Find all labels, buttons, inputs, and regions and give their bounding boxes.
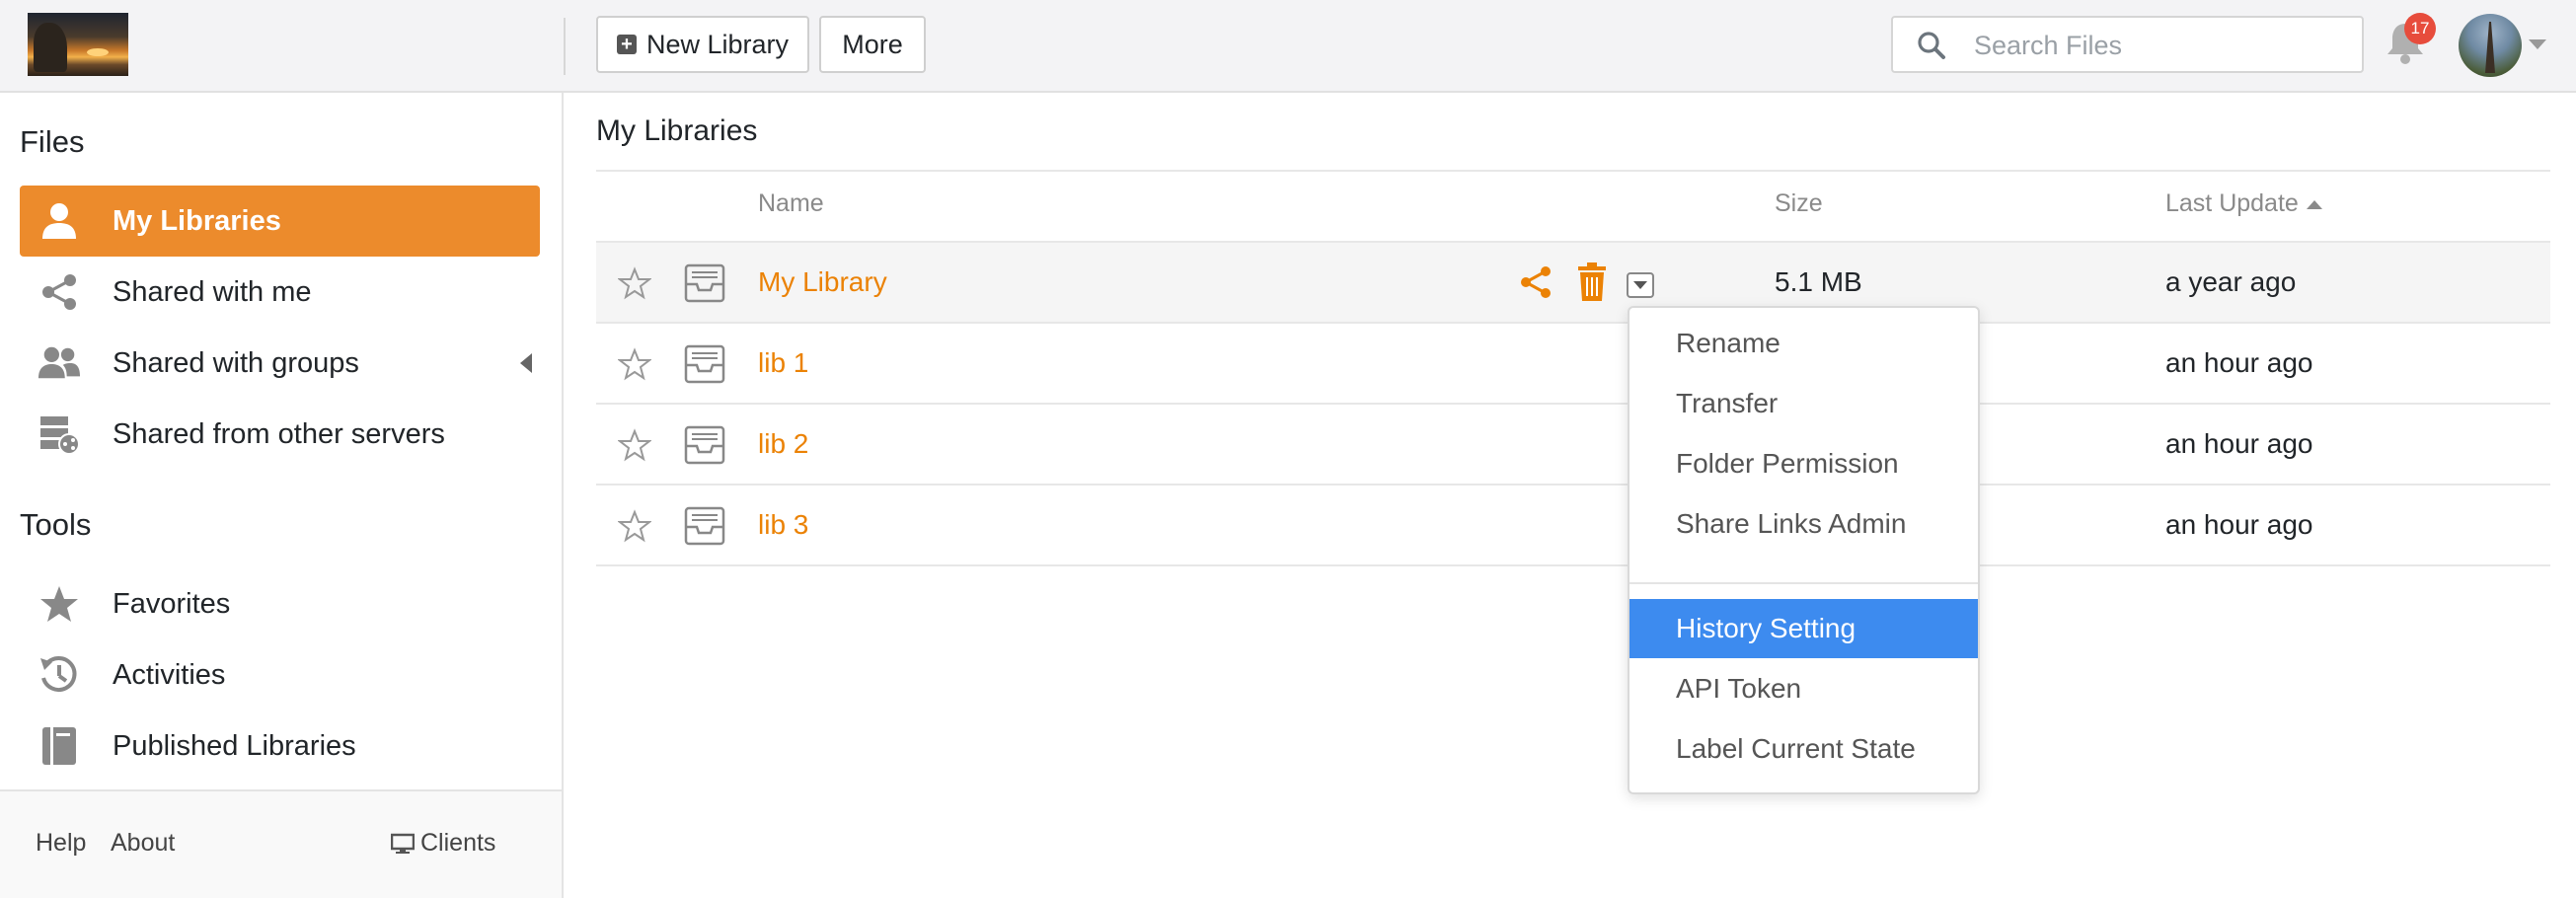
top-header: + New Library More 17 [0, 0, 2576, 93]
title-divider [596, 170, 2550, 172]
site-logo[interactable] [28, 13, 128, 76]
share-icon[interactable] [1518, 264, 1553, 300]
trash-icon[interactable] [1577, 262, 1607, 302]
sidebar-item-label: Published Libraries [113, 729, 356, 762]
user-icon [38, 199, 81, 243]
sidebar-item-label: Shared with me [113, 275, 312, 308]
column-header-size[interactable]: Size [1775, 189, 1823, 218]
sidebar-item-label: My Libraries [113, 204, 281, 237]
monitor-icon [391, 833, 415, 854]
library-name-link[interactable]: lib 1 [758, 347, 808, 379]
new-library-label: New Library [645, 29, 790, 59]
more-label: More [842, 29, 903, 59]
collapse-arrow-icon[interactable] [520, 353, 532, 373]
library-icon [684, 425, 725, 465]
sidebar: Files My Libraries Shared with me Shared… [0, 93, 564, 898]
library-name-link[interactable]: lib 2 [758, 428, 808, 460]
table-row[interactable]: My Library 5.1 MB a year ago [596, 243, 2550, 324]
table-row[interactable]: lib 2 an hour ago [596, 405, 2550, 486]
menu-item-transfer[interactable]: Transfer [1629, 374, 1978, 433]
star-outline-icon[interactable] [618, 266, 651, 300]
sidebar-item-shared-from-other-servers[interactable]: Shared from other servers [20, 399, 540, 470]
sidebar-item-label: Shared with groups [113, 346, 359, 379]
column-header-name[interactable]: Name [758, 189, 824, 218]
star-outline-icon[interactable] [618, 428, 651, 462]
star-icon [38, 582, 81, 626]
group-icon [38, 341, 81, 385]
help-link[interactable]: Help [36, 829, 86, 858]
sidebar-item-shared-with-groups[interactable]: Shared with groups [20, 328, 540, 399]
sidebar-item-published-libraries[interactable]: Published Libraries [20, 711, 540, 782]
menu-item-api-token[interactable]: API Token [1629, 659, 1978, 718]
sidebar-item-shared-with-me[interactable]: Shared with me [20, 257, 540, 328]
star-outline-icon[interactable] [618, 347, 651, 381]
chevron-down-icon[interactable] [2529, 39, 2546, 49]
more-operations-toggle[interactable] [1627, 272, 1654, 298]
table-row[interactable]: lib 3 an hour ago [596, 486, 2550, 566]
column-header-last-update[interactable]: Last Update [2165, 189, 2322, 218]
library-name-link[interactable]: My Library [758, 266, 887, 298]
sidebar-footer: Help About Clients [0, 789, 562, 898]
menu-divider [1629, 582, 1978, 584]
menu-item-share-links-admin[interactable]: Share Links Admin [1629, 494, 1978, 554]
library-last-update: an hour ago [2165, 509, 2313, 540]
avatar-tower [2485, 22, 2495, 73]
logo-sun [87, 48, 109, 56]
table-row[interactable]: lib 1 an hour ago [596, 324, 2550, 405]
sidebar-item-label: Favorites [113, 587, 231, 620]
library-last-update: an hour ago [2165, 428, 2313, 459]
menu-item-label-current-state[interactable]: Label Current State [1629, 719, 1978, 779]
logo-rock [34, 23, 67, 72]
library-icon [684, 344, 725, 384]
sidebar-item-favorites[interactable]: Favorites [20, 568, 540, 639]
book-icon [38, 724, 81, 768]
search-input[interactable] [1972, 18, 2351, 73]
sort-up-icon [2306, 199, 2322, 209]
menu-item-folder-permission[interactable]: Folder Permission [1629, 434, 1978, 493]
more-button[interactable]: More [819, 16, 926, 73]
star-outline-icon[interactable] [618, 509, 651, 543]
search-icon [1918, 32, 1945, 59]
clients-link[interactable]: Clients [391, 829, 495, 858]
server-share-icon [38, 412, 81, 456]
share-icon [38, 270, 81, 314]
history-icon [38, 653, 81, 697]
library-size: 5.1 MB [1775, 266, 1862, 297]
page-title: My Libraries [596, 114, 758, 147]
sidebar-item-label: Shared from other servers [113, 417, 445, 450]
avatar[interactable] [2459, 14, 2522, 77]
about-link[interactable]: About [111, 829, 175, 858]
last-update-label: Last Update [2165, 189, 2299, 217]
library-operations-menu: Rename Transfer Folder Permission Share … [1628, 306, 1980, 794]
notification-badge: 17 [2404, 13, 2436, 44]
plus-icon: + [616, 35, 637, 54]
library-last-update: an hour ago [2165, 347, 2313, 378]
sidebar-item-label: Activities [113, 658, 226, 691]
library-name-link[interactable]: lib 3 [758, 509, 808, 541]
sidebar-item-activities[interactable]: Activities [20, 639, 540, 711]
clients-label: Clients [420, 829, 496, 857]
files-heading: Files [20, 124, 85, 159]
menu-item-history-setting[interactable]: History Setting [1629, 599, 1978, 658]
new-library-button[interactable]: + New Library [596, 16, 809, 73]
search-box[interactable] [1891, 16, 2364, 73]
library-icon [684, 263, 725, 303]
menu-item-rename[interactable]: Rename [1629, 314, 1978, 373]
sidebar-item-my-libraries[interactable]: My Libraries [20, 186, 540, 257]
tools-heading: Tools [20, 507, 92, 542]
header-divider [564, 18, 566, 75]
caret-down-icon [1633, 281, 1647, 289]
library-last-update: a year ago [2165, 266, 2297, 297]
library-icon [684, 506, 725, 546]
